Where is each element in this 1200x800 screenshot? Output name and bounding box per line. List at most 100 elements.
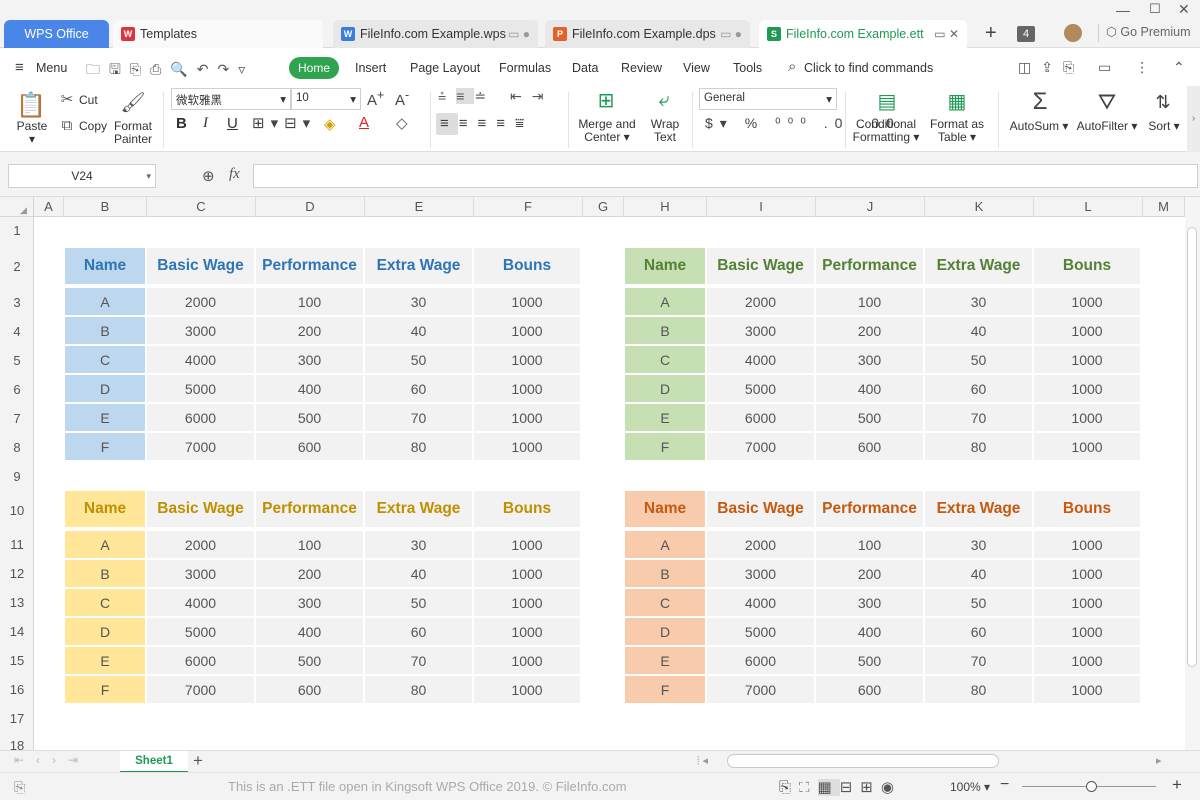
- go-premium-button[interactable]: ⬡ Go Premium: [1106, 24, 1191, 39]
- wrap-text-icon[interactable]: ⤶: [652, 88, 676, 112]
- table-green-cell-basic-wage[interactable]: 2000: [707, 288, 814, 315]
- column-header-h[interactable]: H: [624, 197, 707, 217]
- table-yellow-cell-performance[interactable]: 400: [256, 618, 363, 645]
- table-blue-cell-bonus[interactable]: 1000: [474, 288, 580, 315]
- table-yellow-cell-bonus[interactable]: 1000: [474, 618, 580, 645]
- autofilter-button[interactable]: AutoFilter ▾: [1074, 120, 1140, 133]
- view-mode-icons[interactable]: ⎘⛶▦⊟⊞◉: [779, 778, 902, 796]
- table-green-cell-name[interactable]: F: [625, 433, 705, 460]
- zoom-out-icon[interactable]: −: [1000, 776, 1009, 794]
- table-green-cell-extra-wage[interactable]: 40: [925, 317, 1032, 344]
- table-blue-header-bonus[interactable]: Bouns: [474, 248, 580, 284]
- table-orange-cell-performance[interactable]: 100: [816, 531, 923, 558]
- cut-button[interactable]: Cut: [79, 94, 98, 107]
- table-yellow-cell-name[interactable]: D: [65, 618, 145, 645]
- row-header-5[interactable]: 5: [0, 346, 34, 375]
- table-blue-cell-bonus[interactable]: 1000: [474, 433, 580, 460]
- italic-icon[interactable]: I: [203, 115, 208, 132]
- merge-center-button[interactable]: Merge and Center ▾: [576, 118, 638, 144]
- column-header-m[interactable]: M: [1143, 197, 1185, 217]
- select-all-corner[interactable]: ◢: [0, 197, 34, 217]
- name-box[interactable]: V24 ▾: [8, 164, 156, 188]
- row-header-18[interactable]: 18: [0, 733, 34, 753]
- copy-button[interactable]: Copy: [79, 120, 107, 133]
- table-green-cell-performance[interactable]: 100: [816, 288, 923, 315]
- table-green-cell-name[interactable]: B: [625, 317, 705, 344]
- row-header-3[interactable]: 3: [0, 288, 34, 317]
- wrap-text-button[interactable]: Wrap Text: [646, 118, 684, 144]
- close-window-icon[interactable]: ✕: [1178, 1, 1190, 18]
- table-orange-cell-extra-wage[interactable]: 40: [925, 560, 1032, 587]
- table-orange-cell-basic-wage[interactable]: 6000: [707, 647, 814, 674]
- table-blue-cell-extra-wage[interactable]: 50: [365, 346, 472, 373]
- table-yellow-cell-name[interactable]: A: [65, 531, 145, 558]
- conditional-formatting-icon[interactable]: ▤: [874, 88, 900, 114]
- tab-formulas[interactable]: Formulas: [499, 61, 551, 75]
- table-orange-cell-performance[interactable]: 200: [816, 560, 923, 587]
- add-sheet-icon[interactable]: +: [193, 751, 203, 771]
- table-yellow-cell-bonus[interactable]: 1000: [474, 589, 580, 616]
- table-yellow-cell-name[interactable]: C: [65, 589, 145, 616]
- table-green-cell-performance[interactable]: 200: [816, 317, 923, 344]
- table-blue-cell-bonus[interactable]: 1000: [474, 346, 580, 373]
- table-green-cell-basic-wage[interactable]: 6000: [707, 404, 814, 431]
- table-green-header-extra-wage[interactable]: Extra Wage: [925, 248, 1032, 284]
- row-header-8[interactable]: 8: [0, 433, 34, 462]
- tab-wps-document[interactable]: W FileInfo.com Example.wps ▭ ●: [333, 20, 538, 48]
- table-orange-cell-extra-wage[interactable]: 80: [925, 676, 1032, 703]
- table-orange-cell-performance[interactable]: 500: [816, 647, 923, 674]
- horizontal-align-icons[interactable]: ≡≡≡≡⩸: [440, 115, 534, 132]
- ribbon-scroll-right-icon[interactable]: ›: [1187, 86, 1200, 152]
- table-blue-cell-basic-wage[interactable]: 3000: [147, 317, 254, 344]
- table-orange-cell-name[interactable]: F: [625, 676, 705, 703]
- border-fill-icons[interactable]: ⊞▾⊟▾: [252, 114, 316, 132]
- table-yellow-cell-performance[interactable]: 600: [256, 676, 363, 703]
- table-green-cell-bonus[interactable]: 1000: [1034, 288, 1140, 315]
- vertical-scrollbar-thumb[interactable]: [1187, 227, 1197, 667]
- status-doc-icon[interactable]: ⎘: [14, 779, 25, 796]
- table-yellow-cell-performance[interactable]: 300: [256, 589, 363, 616]
- column-header-a[interactable]: A: [34, 197, 64, 217]
- tab-review[interactable]: Review: [621, 61, 662, 75]
- row-header-12[interactable]: 12: [0, 559, 34, 588]
- table-yellow-cell-performance[interactable]: 100: [256, 531, 363, 558]
- table-blue-cell-extra-wage[interactable]: 70: [365, 404, 472, 431]
- close-tab-icon[interactable]: ▭ ✕: [934, 27, 959, 41]
- table-yellow-cell-name[interactable]: F: [65, 676, 145, 703]
- column-header-e[interactable]: E: [365, 197, 474, 217]
- column-header-k[interactable]: K: [925, 197, 1034, 217]
- table-blue-cell-name[interactable]: B: [65, 317, 145, 344]
- zoom-slider-thumb[interactable]: [1086, 781, 1097, 792]
- table-blue-cell-extra-wage[interactable]: 60: [365, 375, 472, 402]
- table-orange-cell-bonus[interactable]: 1000: [1034, 589, 1140, 616]
- table-blue-header-extra-wage[interactable]: Extra Wage: [365, 248, 472, 284]
- paste-icon[interactable]: 📋: [16, 90, 46, 120]
- autosum-icon[interactable]: Σ: [1028, 88, 1052, 116]
- number-format-select[interactable]: General ▾: [699, 88, 837, 110]
- table-orange-header-bonus[interactable]: Bouns: [1034, 491, 1140, 527]
- table-orange-cell-bonus[interactable]: 1000: [1034, 560, 1140, 587]
- table-blue-header-name[interactable]: Name: [65, 248, 145, 284]
- scroll-right-icon[interactable]: ▸: [1156, 754, 1162, 767]
- column-header-i[interactable]: I: [707, 197, 816, 217]
- table-blue-cell-name[interactable]: D: [65, 375, 145, 402]
- table-green-cell-extra-wage[interactable]: 60: [925, 375, 1032, 402]
- font-name-select[interactable]: 微软雅黑 ▾: [171, 88, 291, 110]
- row-header-11[interactable]: 11: [0, 530, 34, 559]
- minimize-icon[interactable]: —: [1116, 2, 1130, 18]
- table-green-cell-basic-wage[interactable]: 4000: [707, 346, 814, 373]
- table-yellow-cell-basic-wage[interactable]: 5000: [147, 618, 254, 645]
- avatar[interactable]: [1064, 24, 1082, 42]
- tab-home[interactable]: Home: [289, 57, 339, 79]
- table-green-cell-name[interactable]: C: [625, 346, 705, 373]
- table-green-cell-basic-wage[interactable]: 5000: [707, 375, 814, 402]
- copy-icon[interactable]: ⧉: [60, 117, 74, 134]
- table-yellow-cell-bonus[interactable]: 1000: [474, 560, 580, 587]
- table-orange-cell-performance[interactable]: 300: [816, 589, 923, 616]
- table-yellow-cell-basic-wage[interactable]: 3000: [147, 560, 254, 587]
- table-blue-cell-extra-wage[interactable]: 30: [365, 288, 472, 315]
- tab-wps-office[interactable]: WPS Office: [4, 20, 109, 48]
- table-blue-cell-basic-wage[interactable]: 6000: [147, 404, 254, 431]
- row-header-1[interactable]: 1: [0, 217, 34, 245]
- table-yellow-cell-basic-wage[interactable]: 2000: [147, 531, 254, 558]
